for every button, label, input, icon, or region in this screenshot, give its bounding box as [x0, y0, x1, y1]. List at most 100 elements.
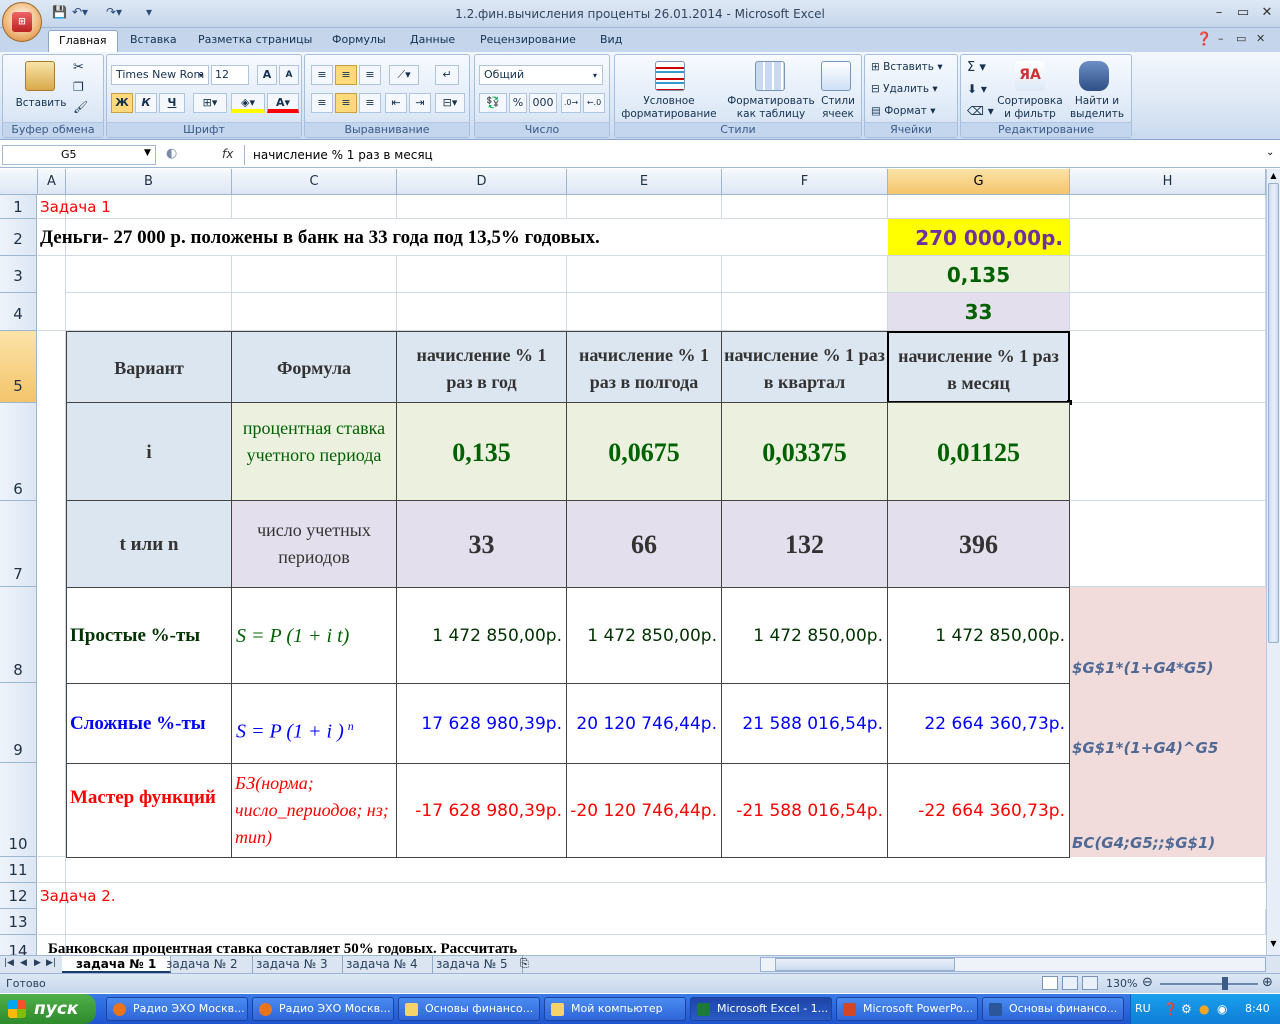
cell[interactable]	[232, 256, 397, 293]
minimize-icon[interactable]: –	[1208, 4, 1230, 22]
column-header-selected[interactable]: G	[888, 169, 1070, 195]
next-sheet-icon[interactable]: ▶	[34, 958, 41, 968]
cell[interactable]	[232, 195, 397, 219]
align-center-icon[interactable]: ≡	[335, 93, 357, 113]
header-semiannual[interactable]: начисление % 1 раз в полгода	[566, 331, 722, 403]
taskbar-item[interactable]: Радио ЭХО Москв...	[252, 997, 394, 1021]
increase-decimal-icon[interactable]: .0→	[561, 93, 581, 113]
conditional-format-button[interactable]: Условное форматирование	[617, 95, 721, 121]
cell[interactable]	[722, 256, 888, 293]
hscroll-thumb[interactable]	[775, 958, 955, 971]
cell-styles-button[interactable]: Стили ячеек	[817, 95, 859, 121]
column-header[interactable]: B	[66, 169, 232, 195]
zoom-in-icon[interactable]: ⊕	[1262, 975, 1273, 990]
close-icon[interactable]: ✕	[1256, 4, 1278, 22]
scroll-up-icon[interactable]: ▲	[1268, 171, 1279, 183]
tray-help-icon[interactable]: ❓	[1163, 994, 1178, 1024]
rate-desc[interactable]: процентная ставка учетного периода	[231, 402, 397, 501]
cell[interactable]	[38, 331, 66, 857]
row-header[interactable]: 9	[0, 683, 37, 763]
compound-monthly[interactable]: 22 664 360,73р.	[887, 683, 1070, 764]
column-header[interactable]: H	[1070, 169, 1266, 195]
periods-monthly[interactable]: 396	[887, 500, 1070, 588]
format-cells-button[interactable]: ▤ Формат ▾	[871, 105, 955, 118]
row-header[interactable]: 3	[0, 256, 37, 293]
underline-button[interactable]: Ч	[159, 93, 185, 113]
fv-quarterly[interactable]: -21 588 016,54р.	[721, 763, 888, 858]
tray-antivirus-icon[interactable]: ⚙	[1181, 994, 1192, 1024]
insert-cells-button[interactable]: ⊞ Вставить ▾	[871, 61, 955, 74]
paste-button[interactable]: Вставить	[11, 97, 71, 110]
undo-icon[interactable]: ↶▾	[72, 5, 88, 19]
cell[interactable]	[567, 256, 722, 293]
row-header-selected[interactable]: 5	[0, 331, 37, 403]
cell[interactable]	[66, 293, 232, 331]
cell[interactable]	[1070, 219, 1266, 256]
row-header[interactable]: 11	[0, 857, 37, 883]
cell[interactable]	[397, 256, 567, 293]
row-header[interactable]: 13	[0, 909, 37, 935]
taskbar-item[interactable]: Microsoft PowerPo...	[836, 997, 978, 1021]
cell[interactable]	[1070, 195, 1266, 219]
cell[interactable]	[1070, 293, 1266, 331]
font-name-select[interactable]: Times New Rom	[111, 65, 209, 85]
cell[interactable]	[232, 293, 397, 331]
cell[interactable]	[38, 857, 1266, 883]
rate-label[interactable]: i	[66, 402, 232, 501]
periods-annual[interactable]: 33	[396, 500, 567, 588]
format-painter-icon[interactable]: 🖌	[73, 101, 88, 114]
cell[interactable]	[1070, 501, 1266, 587]
zoom-out-icon[interactable]: ⊖	[1142, 975, 1153, 990]
rate-annual[interactable]: 0,135	[396, 402, 567, 501]
sort-filter-icon[interactable]: ЯА	[1015, 61, 1045, 91]
rate-cell[interactable]: 0,135	[888, 256, 1070, 293]
row-header[interactable]: 1	[0, 195, 37, 219]
sort-filter-button[interactable]: Сортировка и фильтр	[995, 95, 1065, 121]
office-button[interactable]: ⊞	[2, 2, 42, 42]
worksheet-grid[interactable]: A B C D E F G H 1 2 3 4 5 6 7 8 9 10 11 …	[0, 169, 1266, 955]
sheet-tab-3[interactable]: задача № 3	[242, 956, 343, 973]
decrease-decimal-icon[interactable]: ←.0	[583, 93, 605, 113]
select-all-corner[interactable]	[0, 169, 38, 195]
format-as-table-button[interactable]: Форматировать как таблицу	[723, 95, 819, 121]
taskbar-item[interactable]: Основы финансо...	[398, 997, 540, 1021]
formula-input[interactable]: начисление % 1 раз в месяц	[244, 145, 1262, 165]
sheet-tab-4[interactable]: задача № 4	[332, 956, 433, 973]
simple-formula-note[interactable]: $G$1*(1+G4*G5)	[1072, 659, 1214, 677]
periods-semiannual[interactable]: 66	[566, 500, 722, 588]
row-header[interactable]: 2	[0, 219, 37, 256]
simple-annual[interactable]: 1 472 850,00р.	[396, 587, 567, 684]
font-color-icon[interactable]: A▾	[267, 93, 299, 113]
font-size-select[interactable]: 12	[211, 65, 249, 85]
row-header[interactable]: 4	[0, 293, 37, 331]
compound-formula-note[interactable]: $G$1*(1+G4)^G5	[1072, 739, 1218, 757]
qat-customize-icon[interactable]: ▾	[146, 5, 152, 19]
align-middle-icon[interactable]: ≡	[335, 65, 357, 85]
header-monthly-selected[interactable]: начисление % 1 раз в месяц	[887, 331, 1070, 403]
wrap-text-icon[interactable]: ↵	[435, 65, 459, 85]
new-sheet-icon[interactable]: ⎘	[520, 957, 529, 971]
taskbar-item[interactable]: Радио ЭХО Москв...	[106, 997, 248, 1021]
tab-review[interactable]: Рецензирование	[470, 30, 586, 52]
align-bottom-icon[interactable]: ≡	[359, 65, 381, 85]
header-annual[interactable]: начисление % 1 раз в год	[396, 331, 567, 403]
zoom-level[interactable]: 130%	[1106, 977, 1137, 990]
compound-interest-formula[interactable]: S = P (1 + i ) n	[231, 683, 397, 764]
zoom-slider[interactable]	[1160, 983, 1258, 985]
tab-insert[interactable]: Вставка	[120, 30, 187, 52]
shrink-font-icon[interactable]: A	[279, 65, 299, 85]
percent-icon[interactable]: %	[509, 93, 527, 113]
decrease-indent-icon[interactable]: ⇤	[385, 93, 407, 113]
page-layout-view-icon[interactable]	[1062, 976, 1078, 990]
normal-view-icon[interactable]	[1042, 976, 1058, 990]
function-wizard-label[interactable]: Мастер функций	[66, 763, 232, 858]
row-header[interactable]: 7	[0, 501, 37, 587]
currency-icon[interactable]: 💱	[479, 93, 507, 113]
cell[interactable]	[567, 293, 722, 331]
increase-indent-icon[interactable]: ⇥	[409, 93, 431, 113]
ribbon-close-icon[interactable]: ✕	[1256, 32, 1265, 45]
merge-cells-icon[interactable]: ⊟▾	[435, 93, 465, 113]
tab-home[interactable]: Главная	[48, 30, 118, 52]
cell[interactable]	[38, 256, 66, 331]
task-2-statement[interactable]: Банковская процентная ставка составляет …	[48, 935, 648, 955]
